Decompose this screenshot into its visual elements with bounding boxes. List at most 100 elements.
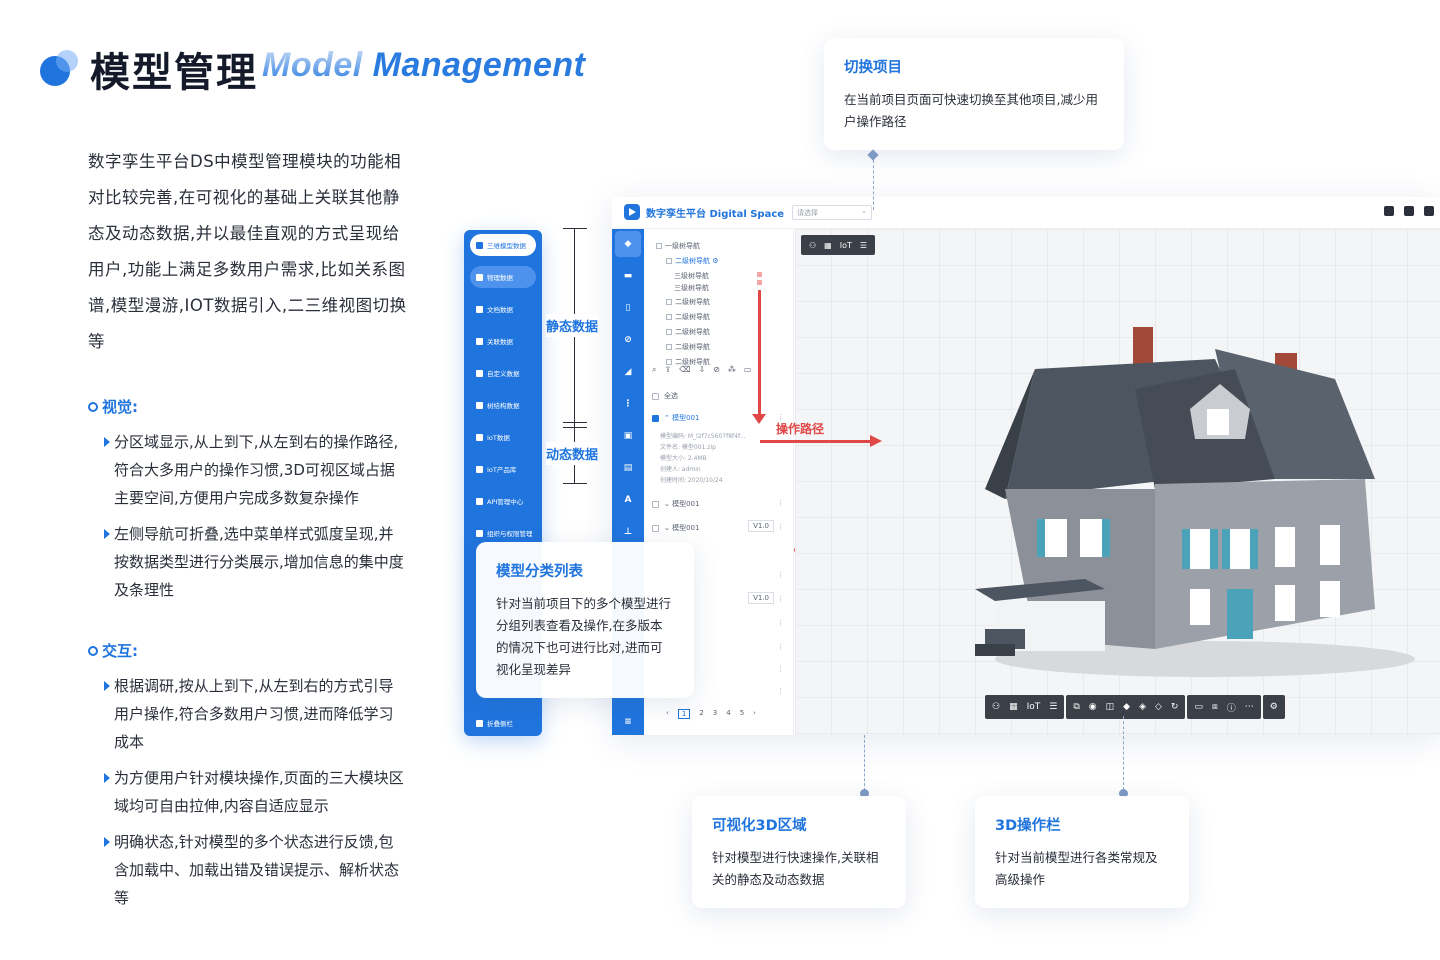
tree-node[interactable]: 二级树导航 ⚙ (666, 256, 719, 266)
page-number[interactable]: 4 (726, 709, 730, 719)
tree-node[interactable]: 二级树导航 (666, 327, 710, 337)
upload-icon[interactable]: ⇪ (664, 365, 671, 375)
interaction-bullet-2: 为方便用户针对模块操作,页面的三大模块区域均可自由拉伸,内容自适应显示 (104, 764, 408, 820)
callout-model-list: 模型分类列表 针对当前项目下的多个模型进行分组列表查看及操作,在多版本的情况下也… (476, 542, 694, 698)
iot-product-icon (476, 465, 483, 473)
ring-icon (88, 401, 98, 412)
sidebar-item-custom[interactable]: 自定义数据 (470, 362, 536, 384)
next-page-icon[interactable]: › (753, 709, 756, 719)
folder-icon (476, 273, 483, 281)
prev-page-icon[interactable]: ‹ (666, 709, 669, 719)
model-row[interactable]: ⌄ 模型001 V1.0 ⋮ (652, 520, 786, 539)
document-icon[interactable]: ▯ (621, 301, 635, 315)
disable-icon[interactable]: ⊘ (713, 365, 720, 375)
rotate-icon[interactable]: ↻ (1171, 702, 1179, 712)
cube-wire-icon[interactable]: ◇ (1155, 702, 1162, 712)
graph-icon[interactable]: ⚇ (809, 241, 816, 250)
sidebar-item-iot[interactable]: IoT数据 (470, 426, 536, 448)
app-brand[interactable]: 数字孪生平台 Digital Space (624, 204, 784, 220)
3d-viewport[interactable]: ⚇ ▦ IoT ☰ ⚇ ▦ IoT ☰ ⧉ ◉ ◫ ◆ ◈ ◇ ↻ ▭ ⧈ ⓘ … (795, 229, 1440, 735)
sidebar-item-iot-product[interactable]: IoT产品库 (470, 458, 536, 480)
info-icon[interactable]: ⓘ (1227, 701, 1236, 714)
compare-icon[interactable]: ▭ (744, 365, 752, 375)
cube-icon[interactable]: ◆ (615, 231, 641, 257)
sidebar-item-document[interactable]: 文档数据 (470, 298, 536, 320)
iot-icon (476, 433, 483, 441)
delete-icon[interactable]: ⌫ (679, 365, 690, 375)
list-icon[interactable]: ☰ (1049, 702, 1057, 712)
model-icon[interactable]: ▦ (824, 241, 832, 250)
custom-icon[interactable]: ◢ (621, 365, 635, 379)
more-icon[interactable]: ⋯ (1245, 702, 1254, 712)
api-icon[interactable]: A (621, 493, 635, 507)
version-select[interactable]: V1.0 (748, 520, 774, 532)
link-icon (476, 337, 483, 345)
page-number[interactable]: 5 (740, 709, 744, 719)
version-select[interactable]: V1.0 (748, 592, 774, 604)
page-number[interactable]: 1 (677, 709, 691, 719)
connector-line (873, 160, 874, 210)
org-icon[interactable]: ⊥ (621, 525, 635, 539)
download-icon[interactable]: ⇩ (699, 365, 706, 375)
operation-path-arrow-horizontal (760, 440, 872, 443)
callout-switch-project: 切换项目 在当前项目页面可快速切换至其他项目,减少用户操作路径 (824, 38, 1124, 150)
interaction-bullet-3: 明确状态,针对模型的多个状态进行反馈,包含加载中、加载出错及错误提示、解析状态等 (104, 828, 408, 912)
iot-icon[interactable]: ▣ (621, 429, 635, 443)
group-icon[interactable]: ⁂ (728, 365, 736, 375)
tree-node[interactable]: 二级树导航 (666, 312, 710, 322)
iot-toggle-bottom[interactable]: IoT (1027, 702, 1041, 712)
search-icon[interactable]: ⌕ (652, 365, 656, 375)
settings-icon[interactable]: ⚙ (1270, 702, 1278, 712)
iot-toggle[interactable]: IoT (840, 241, 852, 250)
sidebar-item-3d-model[interactable]: 三维模型数据 (470, 234, 536, 256)
operation-path-label: 操作路径 (776, 422, 825, 436)
page-number[interactable]: 2 (699, 709, 703, 719)
chevron-down-icon: ⌄ (861, 207, 867, 215)
collapse-icon (476, 719, 483, 727)
interaction-bullet-1: 根据调研,按从上到下,从左到右的方式引导用户操作,符合多数用户习惯,进而降低学习… (104, 672, 408, 756)
sidebar-item-physical[interactable]: 物理数据 (470, 266, 536, 288)
collapse-icon[interactable]: ≡ (621, 715, 635, 729)
model-row[interactable]: ⌄ 模型001 ⋮ (652, 499, 786, 515)
tree-node[interactable]: 三级树导航 (674, 283, 709, 293)
graph-icon[interactable]: ⚇ (992, 702, 1000, 712)
select-all-row[interactable]: 全选 (652, 391, 786, 407)
title-en-model: Model (262, 46, 363, 84)
tree-node[interactable]: 三级树导航 (674, 271, 709, 281)
link-icon[interactable]: ⊘ (621, 333, 635, 347)
tree-node[interactable]: 一级树导航 (656, 241, 700, 251)
message-icon[interactable] (1404, 206, 1414, 216)
custom-icon (476, 369, 483, 377)
project-select[interactable]: 请选择 ⌄ (792, 205, 872, 220)
layers-icon[interactable]: ⧈ (1212, 702, 1218, 712)
visual-bullet-2: 左侧导航可折叠,选中菜单样式弧度呈现,并按数据类型进行分类展示,增加信息的集中度… (104, 520, 408, 604)
iot-product-icon[interactable]: ▤ (621, 461, 635, 475)
sidebar-item-tree[interactable]: 树结构数据 (470, 394, 536, 416)
frame-icon[interactable]: ⧉ (1073, 702, 1079, 712)
list-icon[interactable]: ☰ (860, 241, 867, 250)
collapse-sidebar-button[interactable]: 折叠侧栏 (470, 712, 536, 734)
sidebar-item-org[interactable]: 组织与权限管理 (470, 522, 536, 544)
app-window: 数字孪生平台 Digital Space 请选择 ⌄ ◆ ▬ ▯ ⊘ ◢ ⋮ ▣ … (612, 197, 1440, 735)
book-icon[interactable]: ◫ (1106, 702, 1115, 712)
cube-solid-icon[interactable]: ◆ (1123, 702, 1130, 712)
eye-icon[interactable]: ◉ (1089, 702, 1097, 712)
house-model-image (975, 327, 1415, 677)
tree-icon[interactable]: ⋮ (621, 397, 635, 411)
folder-icon[interactable]: ▬ (621, 269, 635, 283)
tree-node[interactable]: 二级树导航 (666, 297, 710, 307)
page-number[interactable]: 3 (713, 709, 717, 719)
org-icon (476, 529, 483, 537)
dynamic-data-label: 动态数据 (546, 442, 599, 465)
ruler-icon[interactable]: ▭ (1194, 702, 1203, 712)
screen-icon[interactable] (1384, 206, 1394, 216)
sidebar-item-related[interactable]: 关联数据 (470, 330, 536, 352)
cube-half-icon[interactable]: ◈ (1139, 702, 1146, 712)
connector-diamond (867, 149, 879, 161)
user-icon[interactable] (1424, 206, 1434, 216)
model-icon[interactable]: ▦ (1009, 702, 1018, 712)
viewport-bottom-toolbar: ⚇ ▦ IoT ☰ ⧉ ◉ ◫ ◆ ◈ ◇ ↻ ▭ ⧈ ⓘ ⋯ ⚙ (985, 695, 1285, 719)
sidebar-item-api[interactable]: API管理中心 (470, 490, 536, 512)
visual-title-text: 视觉: (102, 398, 138, 416)
tree-node[interactable]: 二级树导航 (666, 342, 710, 352)
